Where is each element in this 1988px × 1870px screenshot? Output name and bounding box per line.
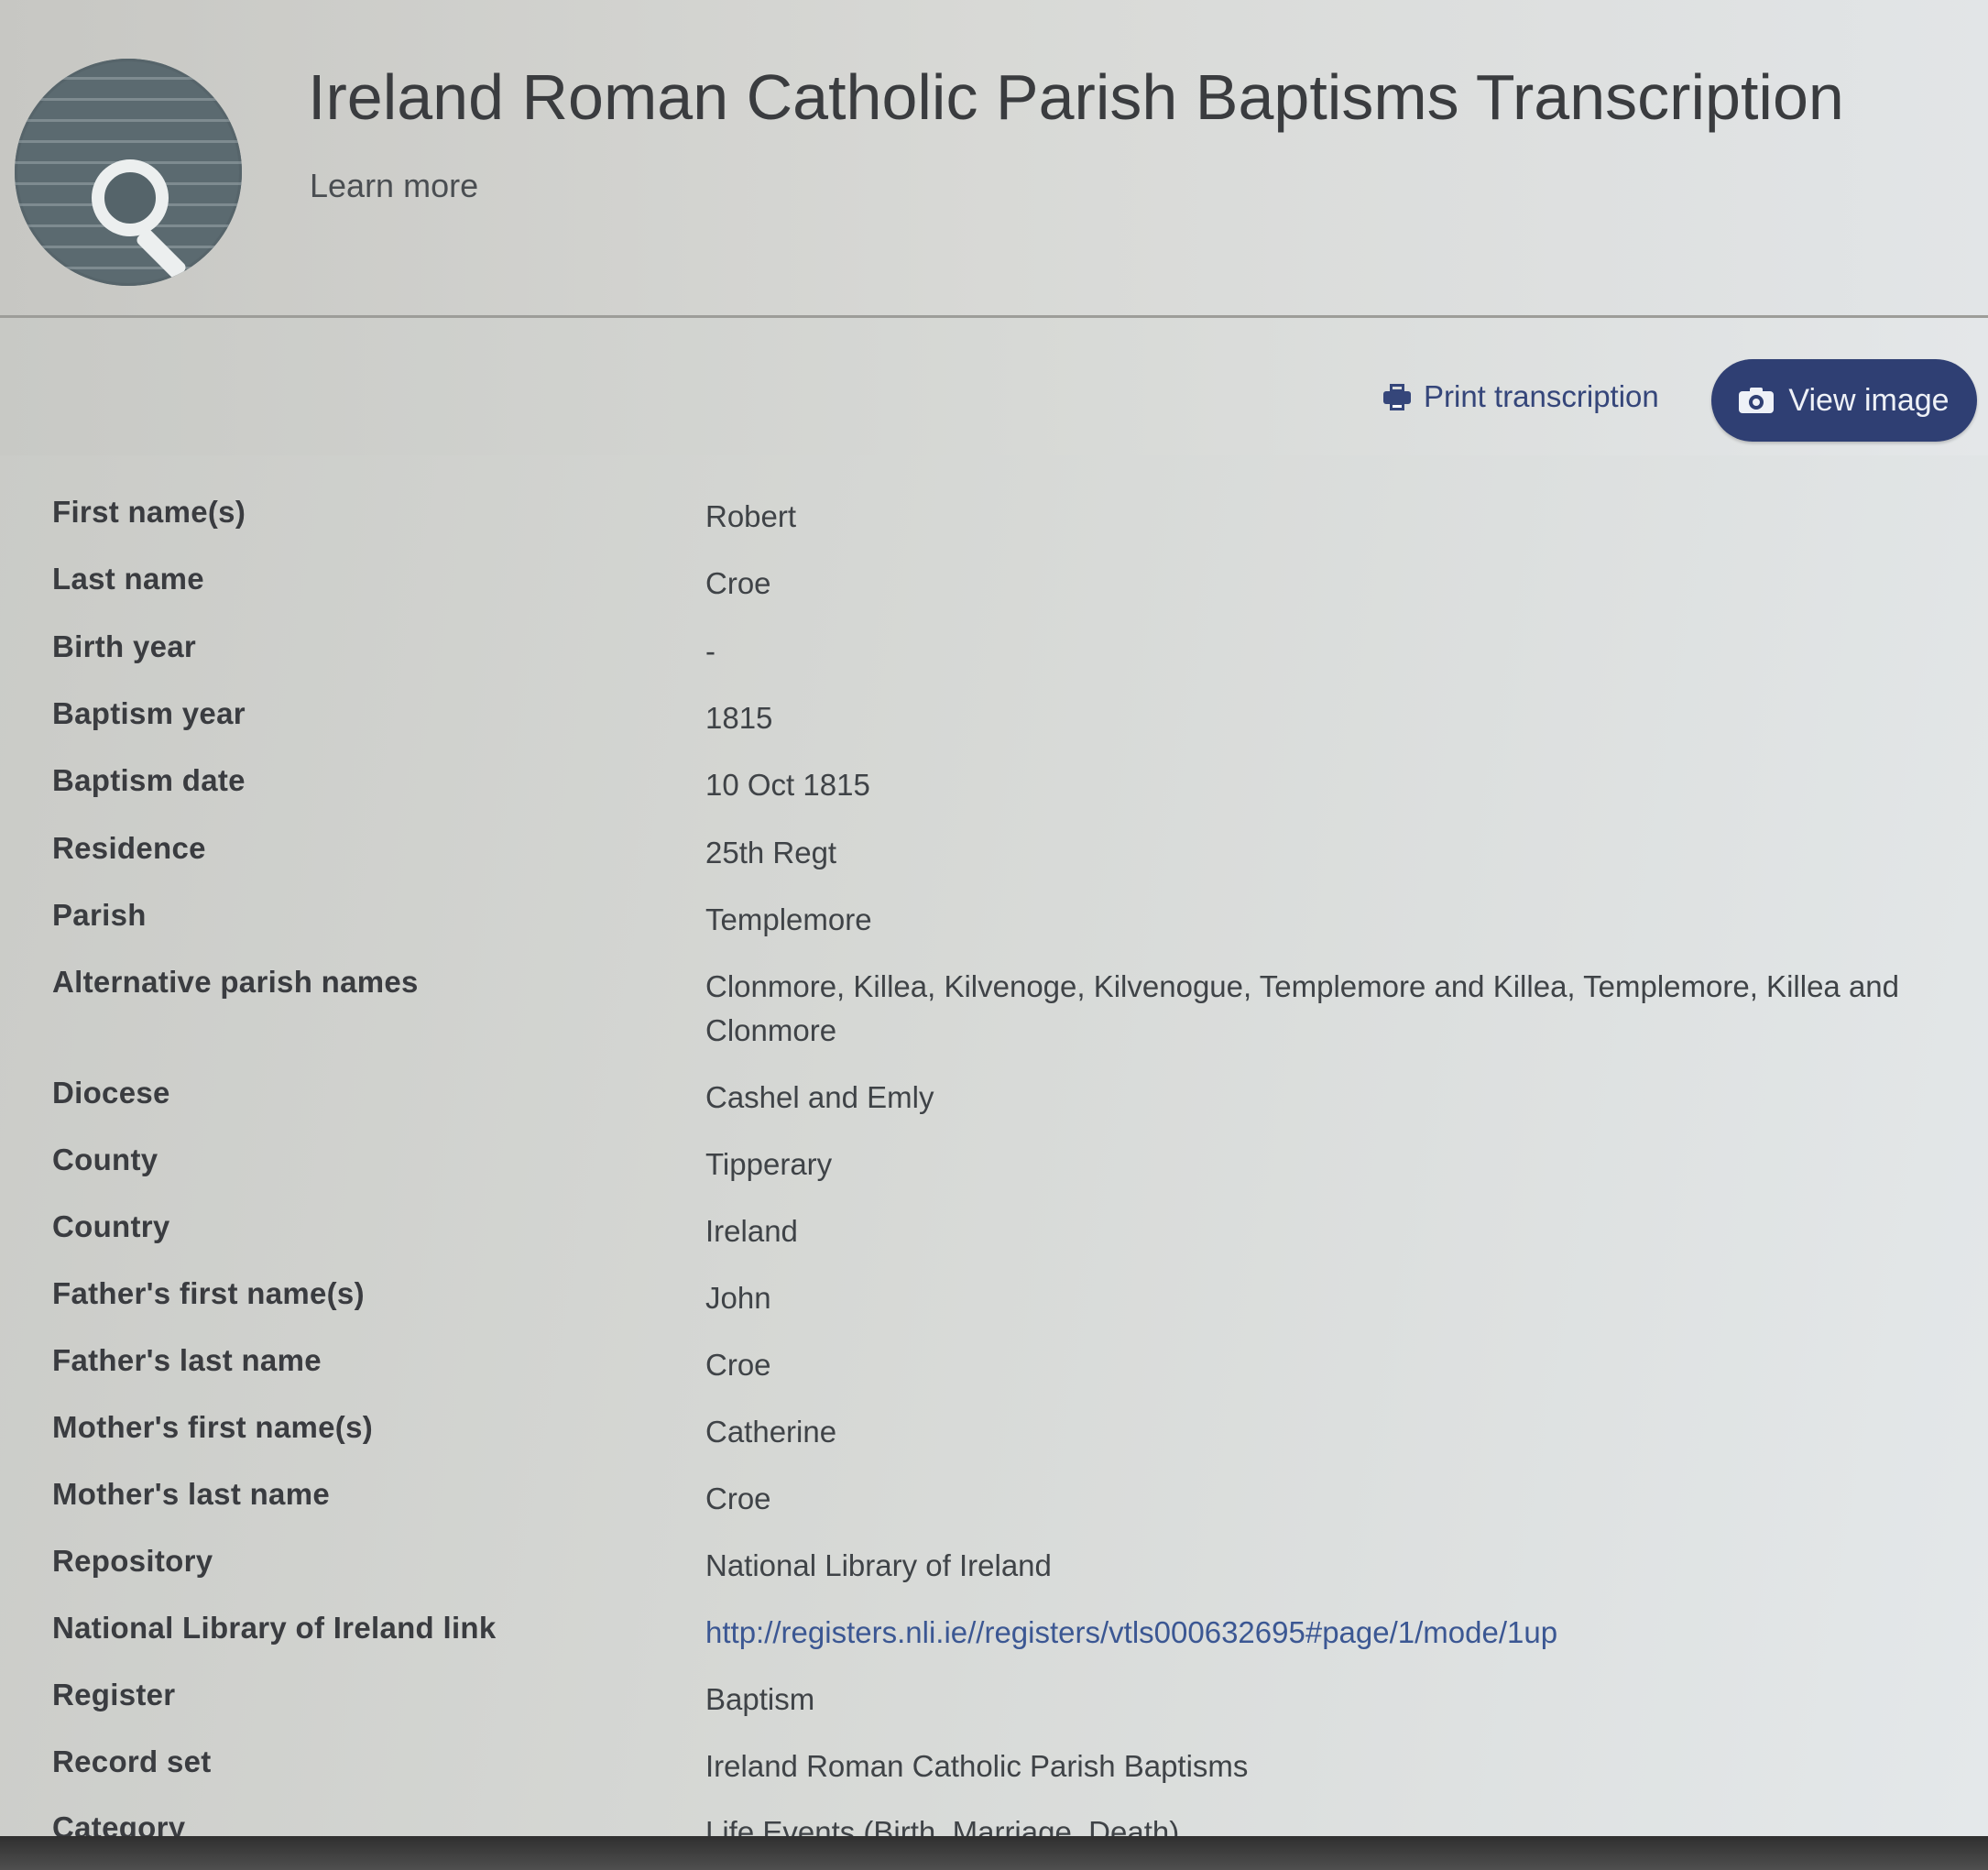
field-label: Father's last name — [52, 1343, 322, 1377]
field-value: Baptism — [705, 1682, 815, 1716]
field-value: Ireland — [705, 1214, 798, 1248]
screen-bezel — [0, 1836, 1988, 1870]
record-search-logo-icon — [15, 59, 242, 286]
field-label: Birth year — [52, 629, 197, 663]
field-value: Croe — [705, 566, 771, 600]
field-label: Baptism year — [52, 696, 246, 730]
print-transcription-label: Print transcription — [1424, 379, 1659, 413]
field-label: Mother's last name — [52, 1477, 330, 1511]
view-image-button[interactable]: View image — [1711, 359, 1977, 442]
page-title: Ireland Roman Catholic Parish Baptisms T… — [308, 61, 1844, 133]
field-label: Parish — [52, 898, 147, 932]
field-label: Repository — [52, 1544, 213, 1578]
learn-more-link[interactable]: Learn more — [310, 167, 478, 205]
field-label: Mother's first name(s) — [52, 1410, 374, 1444]
field-value: National Library of Ireland — [705, 1548, 1052, 1582]
field-value: Templemore — [705, 902, 872, 936]
field-label: Last name — [52, 562, 204, 596]
field-label: First name(s) — [52, 495, 246, 529]
field-value: 10 Oct 1815 — [705, 768, 870, 802]
field-label: Alternative parish names — [52, 965, 419, 999]
nli-register-link[interactable]: http://registers.nli.ie//registers/vtls0… — [705, 1611, 1942, 1655]
field-label: National Library of Ireland link — [52, 1611, 497, 1645]
camera-icon — [1739, 388, 1775, 413]
field-value: John — [705, 1281, 771, 1315]
page-header: Ireland Roman Catholic Parish Baptisms T… — [0, 0, 1988, 318]
field-label: County — [52, 1143, 158, 1176]
field-value: - — [705, 634, 715, 668]
field-label: Father's first name(s) — [52, 1276, 365, 1310]
actions-bar — [0, 318, 1988, 455]
field-value: Clonmore, Killea, Kilvenoge, Kilvenogue,… — [705, 969, 1900, 1047]
print-transcription-button[interactable]: Print transcription — [1383, 379, 1659, 414]
field-label: Diocese — [52, 1076, 170, 1110]
field-value: Croe — [705, 1348, 771, 1382]
field-label: Baptism date — [52, 763, 246, 797]
field-value: Ireland Roman Catholic Parish Baptisms — [705, 1749, 1249, 1783]
field-label: Residence — [52, 831, 206, 865]
printer-icon — [1383, 384, 1411, 410]
field-value: 25th Regt — [705, 836, 837, 869]
field-value: Cashel and Emly — [705, 1080, 934, 1114]
field-value: Tipperary — [705, 1147, 833, 1181]
view-image-label: View image — [1788, 382, 1950, 418]
field-value: Robert — [705, 499, 797, 533]
field-label: Country — [52, 1209, 170, 1243]
field-value: Catherine — [705, 1415, 837, 1449]
field-label: Register — [52, 1678, 176, 1711]
field-label: Record set — [52, 1744, 212, 1778]
field-value: Croe — [705, 1482, 771, 1515]
field-value: 1815 — [705, 701, 773, 735]
